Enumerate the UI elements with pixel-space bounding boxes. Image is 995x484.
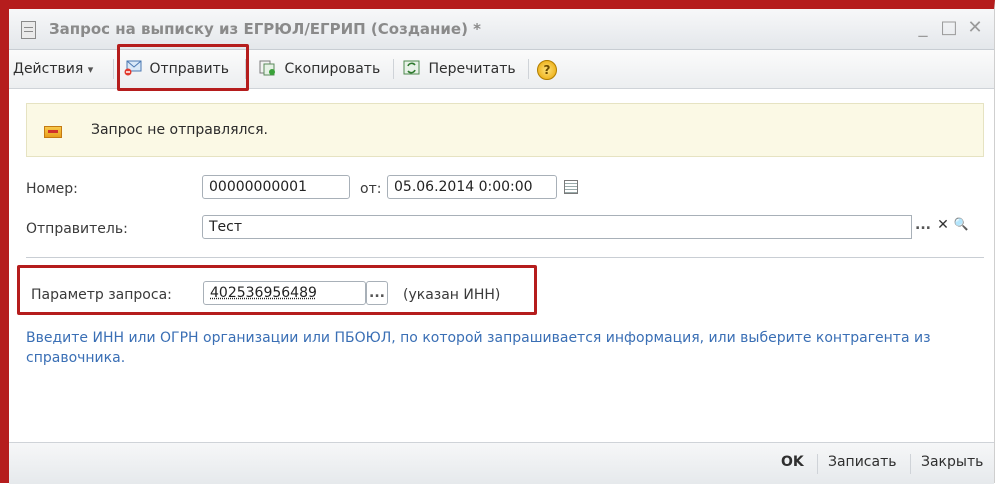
calendar-icon[interactable]	[564, 180, 578, 194]
window-title: Запрос на выписку из ЕГРЮЛ/ЕГРИП (Создан…	[49, 20, 482, 38]
help-icon[interactable]: ?	[537, 60, 557, 80]
reread-button[interactable]: Перечитать	[403, 50, 516, 88]
refresh-icon	[403, 53, 421, 75]
close-button[interactable]: ✕	[964, 17, 986, 39]
sender-field[interactable]: Тест	[202, 215, 912, 239]
save-button[interactable]: Записать	[828, 454, 897, 470]
number-field[interactable]: 00000000001	[202, 175, 350, 199]
maximize-button[interactable]: □	[938, 17, 960, 39]
search-icon[interactable]: 🔍	[952, 217, 970, 231]
clear-icon[interactable]: ✕	[934, 217, 952, 233]
message-icon	[44, 126, 62, 138]
reread-label: Перечитать	[428, 61, 516, 77]
footer-separator	[817, 454, 818, 474]
sender-label: Отправитель:	[26, 221, 128, 237]
section-divider	[26, 257, 984, 258]
status-banner: Запрос не отправлялся.	[26, 103, 984, 157]
toolbar-separator	[528, 59, 529, 79]
status-text: Запрос не отправлялся.	[91, 122, 269, 138]
date-field[interactable]: 05.06.2014 0:00:00	[387, 175, 557, 199]
copy-button[interactable]: Скопировать	[259, 50, 380, 88]
copy-label: Скопировать	[284, 61, 381, 77]
dialog-window: Запрос на выписку из ЕГРЮЛ/ЕГРИП (Создан…	[9, 9, 994, 484]
toolbar-separator	[113, 59, 114, 79]
minimize-button[interactable]: _	[912, 17, 934, 39]
document-icon	[21, 21, 36, 39]
close-dialog-button[interactable]: Закрыть	[921, 454, 983, 470]
bottom-bar: OK Записать Закрыть	[9, 442, 994, 484]
sender-select-button[interactable]: ...	[912, 217, 934, 233]
number-label: Номер:	[26, 181, 78, 197]
ok-button[interactable]: OK	[781, 454, 804, 470]
hint-text: Введите ИНН или ОГРН организации или ПБО…	[26, 330, 931, 366]
copy-icon	[259, 53, 277, 76]
actions-label: Действия	[13, 61, 84, 77]
footer-separator	[910, 454, 911, 474]
actions-menu[interactable]: Действия ▾	[13, 50, 93, 88]
date-from-label: от:	[360, 181, 382, 197]
param-highlight-box	[17, 265, 537, 315]
send-highlight-box	[117, 44, 249, 91]
toolbar-separator	[393, 59, 394, 79]
chevron-down-icon: ▾	[87, 63, 94, 76]
